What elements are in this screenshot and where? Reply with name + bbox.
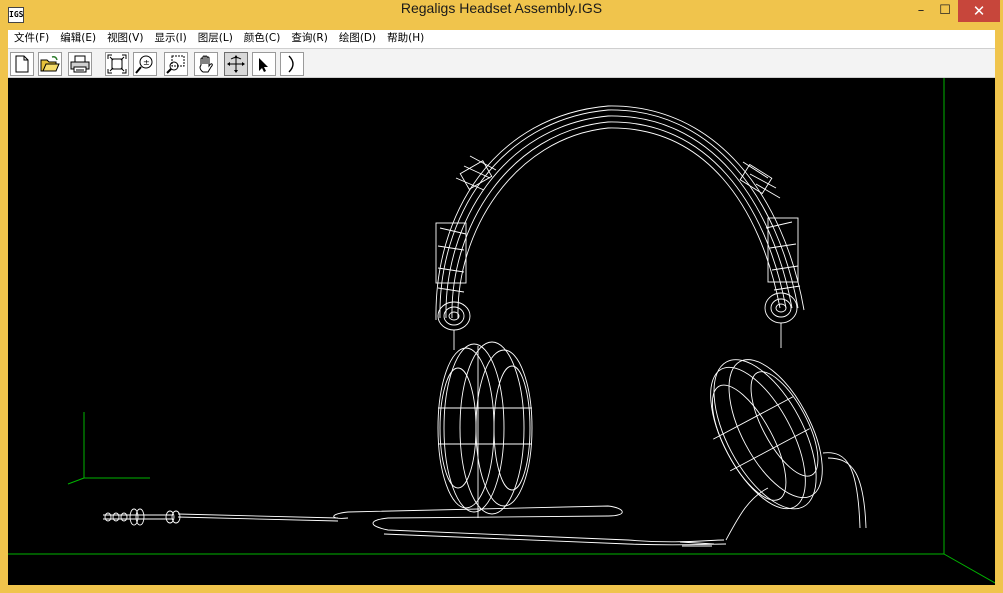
zoom-fit-icon [107,54,127,74]
axis-triad [67,412,150,485]
app-window: IGS Regaligs Headset Assembly.IGS – ☐ ✕ … [0,0,1003,593]
menu-bar: 文件(F) 编辑(E) 视图(V) 显示(I) 图层(L) 颜色(C) 查询(R… [8,30,995,47]
zoom-fit-button[interactable] [105,52,129,76]
window-title: Regaligs Headset Assembly.IGS [400,0,603,16]
arrow-cursor-icon [259,58,268,72]
menu-layer[interactable]: 图层(L) [192,30,238,47]
new-file-icon [15,55,29,73]
arc-button[interactable] [280,52,304,76]
print-button[interactable] [68,52,92,76]
zoom-window-icon [166,55,185,74]
printer-icon [70,55,90,73]
rotate-move-icon [227,55,245,73]
pan-button[interactable] [194,52,218,76]
new-file-button[interactable] [10,52,34,76]
menu-edit[interactable]: 编辑(E) [54,30,101,47]
bounding-box [8,78,995,584]
menu-view[interactable]: 视图(V) [101,30,148,47]
close-button[interactable]: ✕ [958,0,1000,22]
menu-color[interactable]: 颜色(C) [238,30,286,47]
menu-display[interactable]: 显示(I) [148,30,191,47]
menu-query[interactable]: 查询(R) [285,30,333,47]
select-button[interactable] [252,52,276,76]
wireframe-canvas[interactable] [8,78,995,585]
cad-viewport[interactable] [8,78,995,585]
maximize-button[interactable]: ☐ [932,0,958,22]
open-folder-icon [40,56,60,72]
zoom-dynamic-button[interactable]: ± [133,52,157,76]
menu-help[interactable]: 帮助(H) [381,30,429,47]
title-bar[interactable]: IGS Regaligs Headset Assembly.IGS – ☐ ✕ [0,0,1003,30]
open-file-button[interactable] [38,52,62,76]
minimize-button[interactable]: – [908,0,934,22]
arc-icon [288,55,294,73]
headset-wireframe [103,105,867,547]
zoom-window-button[interactable] [164,52,188,76]
toolbar: ± [8,48,995,78]
rotate-button[interactable] [224,52,248,76]
client-area: 文件(F) 编辑(E) 视图(V) 显示(I) 图层(L) 颜色(C) 查询(R… [8,30,995,585]
menu-draw[interactable]: 绘图(D) [333,30,381,47]
zoom-dynamic-icon: ± [135,55,153,74]
svg-text:±: ± [143,58,150,67]
menu-file[interactable]: 文件(F) [8,30,54,47]
hand-icon [199,55,213,73]
